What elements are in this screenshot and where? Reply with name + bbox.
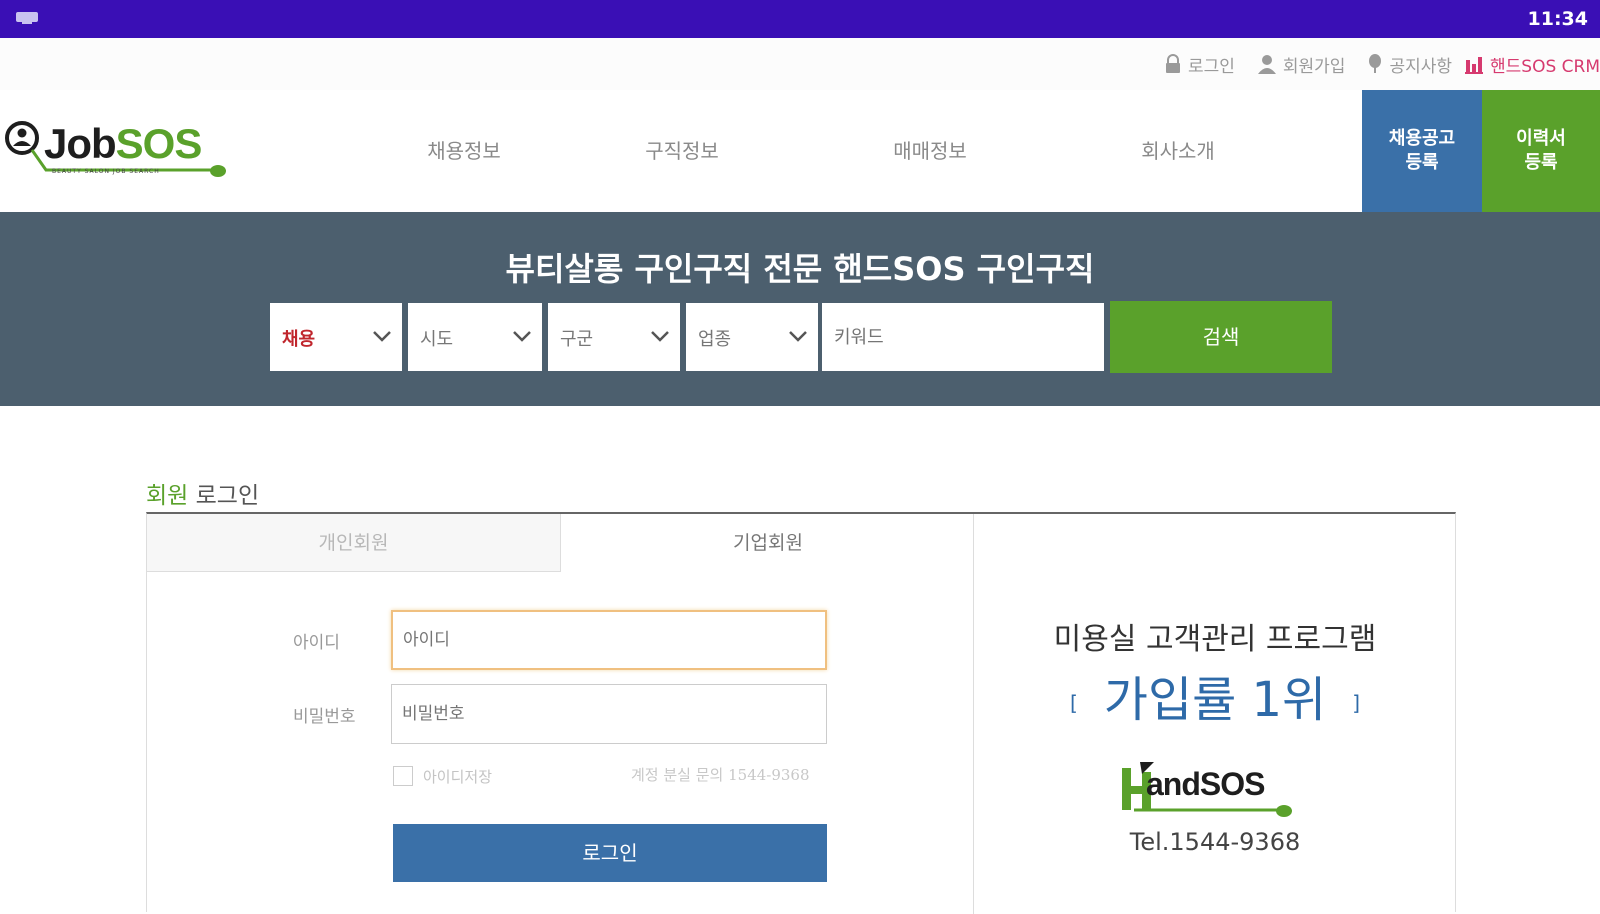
nav-item-jobs[interactable]: 채용정보 [370,90,558,212]
top-links: 로그인 회원가입 공지사항 핸드SOS CRM [1142,38,1600,90]
tab-personal-member[interactable]: 개인회원 [147,514,561,572]
chevron-down-icon [651,331,669,342]
chevron-down-icon [513,331,531,342]
post-job-button[interactable]: 채용공고 등록 [1362,90,1482,212]
promo-headline: 미용실 고객관리 프로그램 [1053,622,1377,657]
search-button[interactable]: 검색 [1110,301,1332,373]
top-crm-link[interactable]: 핸드SOS CRM [1464,52,1600,77]
remember-id-checkbox[interactable] [393,766,413,786]
banner-title: 뷰티살롱 구인구직 전문 핸드SOS 구인구직 [505,250,1095,288]
chevron-down-icon [789,331,807,342]
top-signup-link[interactable]: 회원가입 [1257,52,1346,77]
jobsos-logo[interactable]: JobSOS BEAUTY SALON JOB SEARCH [4,118,236,184]
nav-item-trade[interactable]: 매매정보 [806,90,1054,212]
handsos-logo-text: andSOS [1146,766,1265,802]
login-button[interactable]: 로그인 [393,824,827,882]
top-utility-bar: 로그인 회원가입 공지사항 핸드SOS CRM [0,38,1600,90]
top-notice-label: 공지사항 [1389,56,1452,77]
top-login-link[interactable]: 로그인 [1164,52,1235,77]
user-icon [1257,55,1276,74]
promo-tel: Tel.1544-9368 [1129,828,1301,856]
chart-icon [1465,57,1483,74]
main-nav: 채용정보 구직정보 매매정보 회사소개 [370,90,1302,212]
account-contact-text: 계정 분실 문의 1544-9368 [631,766,810,784]
post-resume-button[interactable]: 이력서 등록 [1482,90,1600,212]
logo-tagline: BEAUTY SALON JOB SEARCH [52,168,160,175]
status-bar: 11:34 [0,0,1600,38]
industry-select[interactable]: 업종 [686,303,818,371]
nav-item-seekers[interactable]: 구직정보 [558,90,806,212]
chevron-down-icon [373,331,391,342]
lock-icon [1165,54,1180,73]
notification-icon [16,12,38,24]
top-login-label: 로그인 [1187,56,1235,77]
search-banner: 뷰티살롱 구인구직 전문 핸드SOS 구인구직 채용 시도 구군 업종 검색 [0,212,1600,406]
login-section-title: 회원 로그인 [146,483,260,509]
type-select[interactable]: 채용 [270,303,402,371]
id-label: 아이디 [293,633,340,653]
region-select[interactable]: 시도 [408,303,542,371]
top-notice-link[interactable]: 공지사항 [1367,52,1452,77]
id-input[interactable] [391,610,827,670]
handsos-logo[interactable]: andSOS [1120,762,1320,824]
status-time: 11:34 [1527,8,1588,30]
top-crm-label: 핸드SOS CRM [1490,56,1600,77]
tab-company-member[interactable]: 기업회원 [561,514,975,572]
microphone-icon [1369,54,1382,73]
promo-rank: [가입률 1위] [1069,672,1361,728]
remember-id-label: 아이디저장 [423,768,493,786]
district-select[interactable]: 구군 [548,303,680,371]
top-signup-label: 회원가입 [1282,56,1346,77]
password-label: 비밀번호 [293,707,356,727]
logo-text: JobSOS [44,120,202,167]
password-input[interactable] [391,684,827,744]
keyword-input[interactable] [822,303,1104,371]
site-header: JobSOS BEAUTY SALON JOB SEARCH 채용정보 구직정보… [0,90,1600,213]
nav-item-about[interactable]: 회사소개 [1054,90,1302,212]
login-panel: 개인회원 기업회원 아이디 비밀번호 아이디저장 계정 분실 문의 1544-9… [146,512,1456,914]
